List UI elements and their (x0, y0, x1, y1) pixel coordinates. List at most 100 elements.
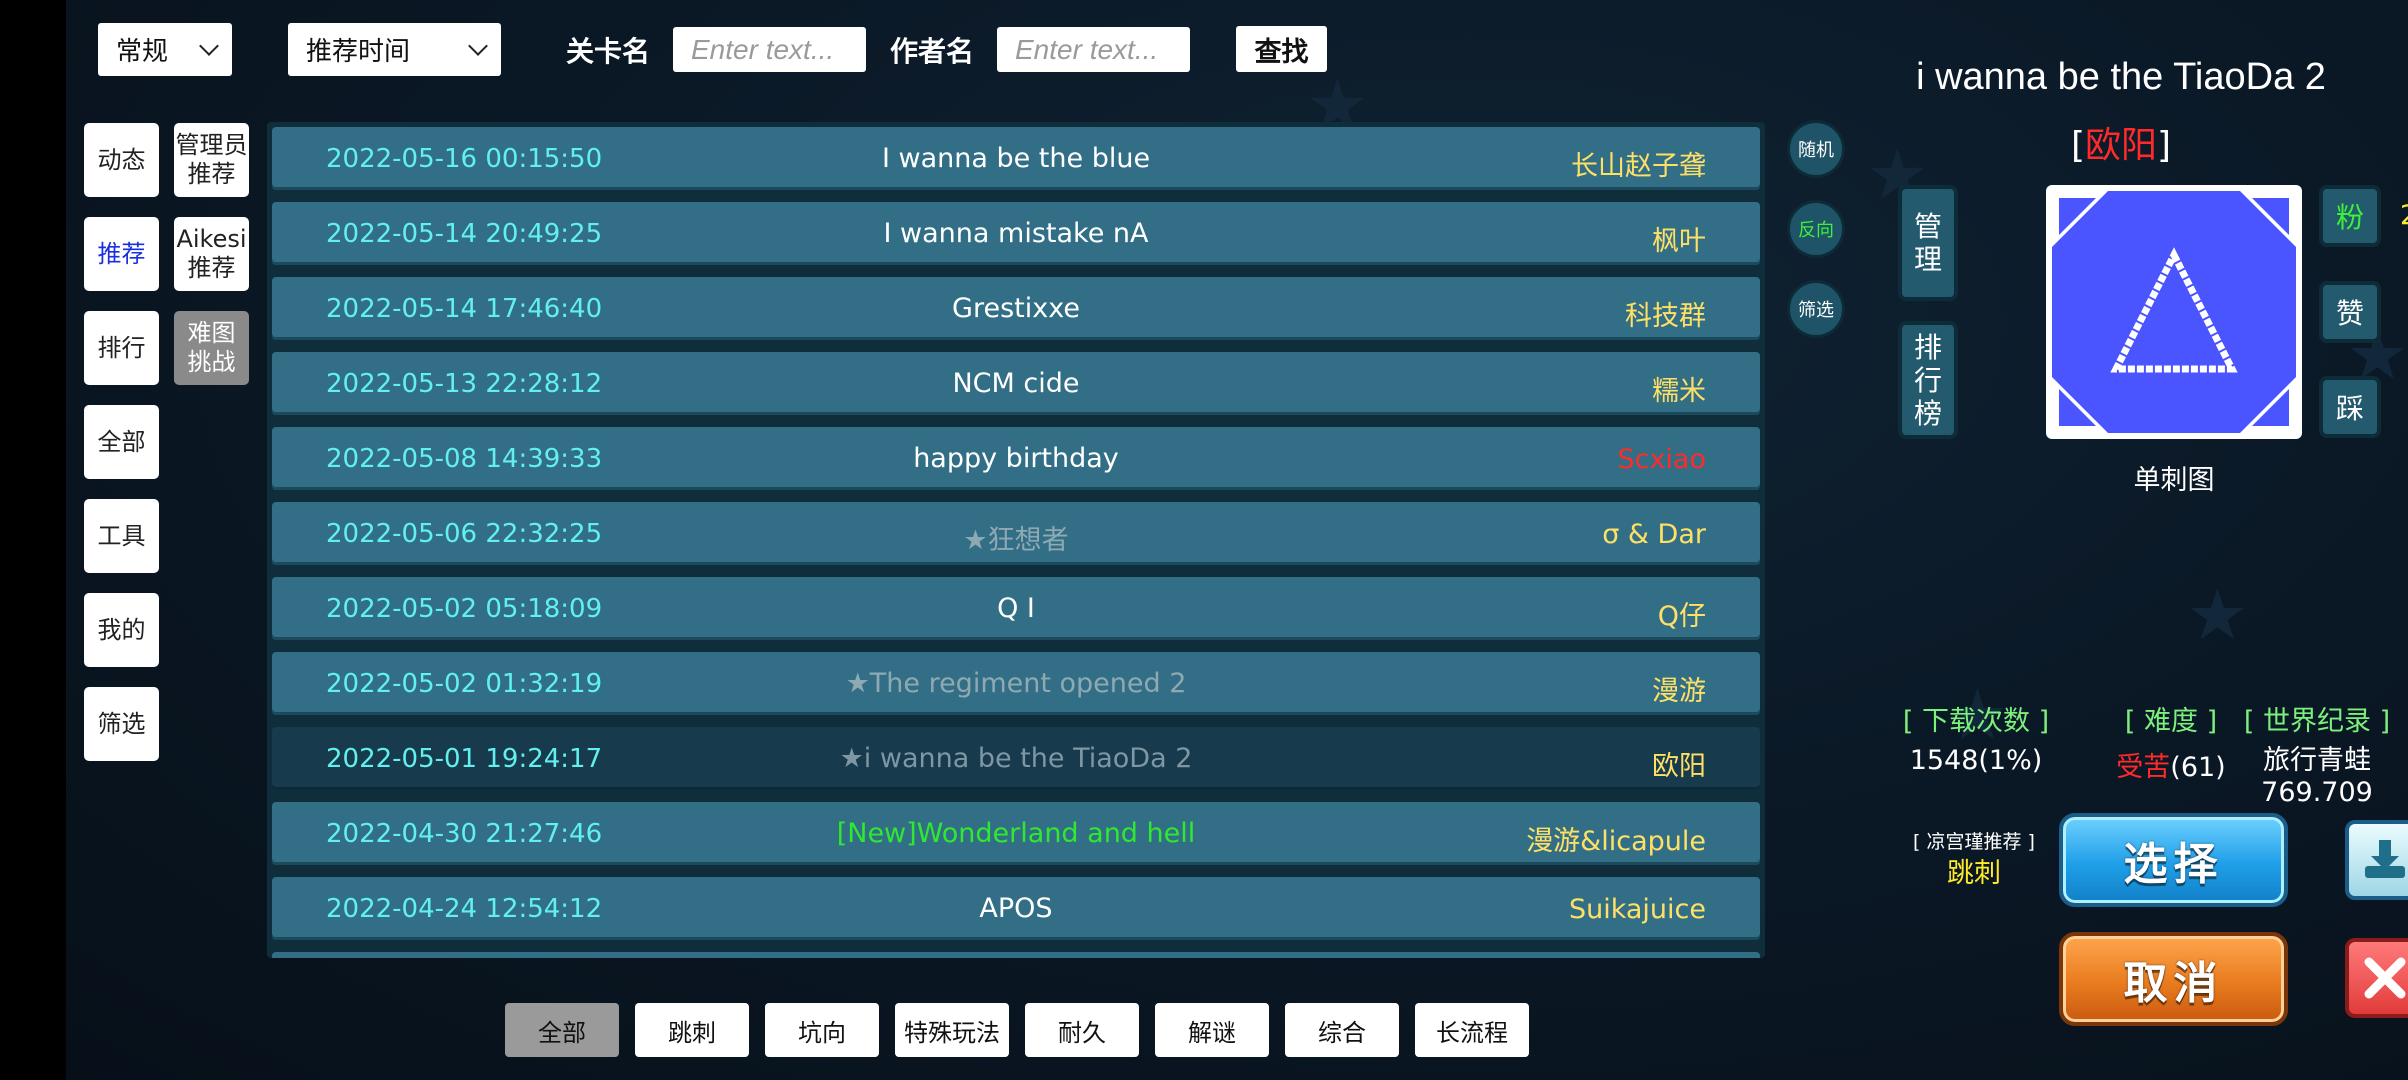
level-name-label: 关卡名 (566, 35, 651, 68)
level-row[interactable]: 2022-05-16 00:15:50 I wanna be the blue 长山… (272, 127, 1760, 190)
difficulty-header: [ 难度 ] (2124, 706, 2218, 737)
category-tab-endurance[interactable]: 耐久 (1025, 1003, 1139, 1057)
category-select[interactable]: 常规 (98, 23, 232, 76)
level-title: Grestixxe (952, 293, 1080, 324)
sort-select-value: 推荐时间 (306, 37, 411, 67)
detail-author-name[interactable]: 欧阳 (2085, 125, 2157, 166)
level-date: 2022-05-06 22:32:25 (326, 519, 603, 549)
close-icon (2364, 957, 2405, 999)
category-tab-puzzle[interactable]: 解谜 (1155, 1003, 1269, 1057)
difficulty-word: 受苦 (2116, 752, 2171, 783)
author-input[interactable] (997, 27, 1190, 72)
reverse-button[interactable]: 反向 (1787, 200, 1845, 258)
recommend-header: [ 凉宫瑾推荐 ] (1913, 831, 2035, 853)
level-row[interactable]: 2022-04-24 12:54:12 APOS Suikajuice (272, 877, 1760, 940)
level-author: Scxiao (1617, 444, 1706, 475)
level-date: 2022-05-14 17:46:40 (326, 294, 603, 324)
menu-admin-recommend-label: 管理员 推荐 (175, 131, 248, 188)
level-row[interactable]: 2022-05-02 05:18:09 Q I Q仔 (272, 577, 1760, 640)
download-button[interactable] (2345, 820, 2408, 900)
level-title: ★狂想者 (963, 525, 1069, 556)
leaderboard-button-label: 排行榜 (1913, 330, 1942, 430)
sort-select[interactable]: 推荐时间 (288, 23, 501, 76)
download-icon (2364, 840, 2405, 878)
level-title: I wanna mistake nA (883, 218, 1149, 249)
level-title: I wanna be the blue (881, 143, 1151, 174)
menu-aikesi-recommend[interactable]: Aikesi 推荐 (174, 217, 249, 291)
level-date: 2022-05-02 01:32:19 (326, 669, 603, 699)
level-list[interactable]: 2022-05-16 00:15:50 I wanna be the blue 长山… (267, 122, 1765, 958)
level-title: ★The regiment opened 2 (845, 668, 1187, 699)
level-author: 科技群 (1625, 301, 1706, 332)
category-tab-special[interactable]: 特殊玩法 (895, 1003, 1009, 1057)
level-date: 2022-05-14 20:49:25 (326, 219, 603, 249)
search-button[interactable]: 查找 (1236, 26, 1327, 72)
menu-hard-challenge-label: 难图 挑战 (187, 319, 236, 376)
world-record-value: 旅行青蛙 769.709 (2226, 745, 2408, 809)
menu-all[interactable]: 全部 (84, 405, 159, 479)
author-label: 作者名 (890, 35, 975, 68)
difficulty-value: 受苦(61) (2096, 745, 2246, 784)
level-row[interactable]: 2022-05-13 22:28:12 NCM cide 糯米 (272, 352, 1760, 415)
level-row[interactable]: 2022-04-30 21:27:46 [New]Wonderland and h… (272, 802, 1760, 865)
category-tab-trap[interactable]: 坑向 (765, 1003, 879, 1057)
category-tab-long[interactable]: 长流程 (1415, 1003, 1529, 1057)
level-date: 2022-05-13 22:28:12 (326, 369, 603, 399)
level-date: 2022-05-01 19:24:17 (326, 744, 603, 774)
category-tab-jump-spike[interactable]: 跳刺 (635, 1003, 749, 1057)
level-row[interactable]: 2022-05-06 22:32:25 ★狂想者 σ & Dar (272, 502, 1760, 565)
manage-button[interactable]: 管理 (1898, 185, 1958, 301)
level-row[interactable]: 2022-05-14 17:46:40 Grestixxe 科技群 (272, 277, 1760, 340)
level-author: Q仔 (1657, 601, 1706, 632)
category-tab-mixed[interactable]: 综合 (1285, 1003, 1399, 1057)
menu-dynamic[interactable]: 动态 (84, 123, 159, 197)
select-button[interactable]: 选择 (2059, 813, 2288, 907)
level-date: 2022-05-16 00:15:50 (326, 144, 603, 174)
level-author: 枫叶 (1652, 226, 1706, 257)
difficulty-number: (61) (2170, 752, 2226, 783)
downloads-value: 1548(1%) (1909, 745, 2043, 776)
level-title: NCM cide (952, 368, 1080, 399)
menu-mine[interactable]: 我的 (84, 593, 159, 667)
level-thumbnail (2046, 185, 2302, 439)
close-button[interactable] (2345, 938, 2408, 1018)
level-title: APOS (979, 893, 1053, 924)
manage-button-label: 管理 (1913, 210, 1942, 276)
thumbnail-label: 单刺图 (2133, 465, 2215, 496)
level-row[interactable]: 2022-05-02 01:32:19 ★The regiment opened … (272, 652, 1760, 715)
downloads-header: [ 下载次数 ] (1902, 706, 2050, 737)
like-button[interactable]: 赞 (2319, 281, 2381, 343)
level-title: happy birthday (913, 443, 1119, 474)
level-title: Q I (997, 593, 1035, 624)
level-row[interactable]: 2022-05-08 14:39:33 happy birthday Scxiao (272, 427, 1760, 490)
level-row-partial[interactable] (272, 952, 1760, 958)
category-tab-all[interactable]: 全部 (505, 1003, 619, 1057)
menu-admin-recommend[interactable]: 管理员 推荐 (174, 123, 249, 197)
chevron-down-icon (468, 36, 488, 56)
recommend-value: 跳刺 (1947, 858, 2001, 889)
menu-recommend[interactable]: 推荐 (84, 217, 159, 291)
detail-title: i wanna be the TiaoDa 2 (1916, 56, 2326, 98)
world-record-header: [ 世界纪录 ] (2243, 706, 2391, 737)
level-date: 2022-04-24 12:54:12 (326, 894, 603, 924)
filter-round-button[interactable]: 筛选 (1787, 280, 1845, 338)
level-author: 漫游&licapule (1526, 826, 1706, 857)
menu-filter[interactable]: 筛选 (84, 687, 159, 761)
level-author: σ & Dar (1602, 519, 1706, 550)
menu-tools[interactable]: 工具 (84, 499, 159, 573)
menu-ranking[interactable]: 排行 (84, 311, 159, 385)
fans-button[interactable]: 粉 (2319, 185, 2381, 247)
level-row[interactable]: 2022-05-01 19:24:17 ★i wanna be the TiaoD… (272, 727, 1760, 790)
leaderboard-button[interactable]: 排行榜 (1898, 321, 1958, 439)
fans-count: 297 (2400, 200, 2408, 231)
level-name-input[interactable] (673, 27, 866, 72)
dislike-button[interactable]: 踩 (2319, 376, 2381, 438)
menu-hard-challenge[interactable]: 难图 挑战 (174, 311, 249, 385)
background-star-icon: ★ (2186, 574, 2249, 656)
level-author: 糯米 (1652, 376, 1706, 407)
level-row[interactable]: 2022-05-14 20:49:25 I wanna mistake nA 枫叶 (272, 202, 1760, 265)
bracket-close: ] (2157, 125, 2172, 166)
cancel-button[interactable]: 取消 (2059, 932, 2288, 1026)
world-record-holder: 旅行青蛙 (2263, 745, 2371, 776)
level-date: 2022-05-08 14:39:33 (326, 444, 603, 474)
